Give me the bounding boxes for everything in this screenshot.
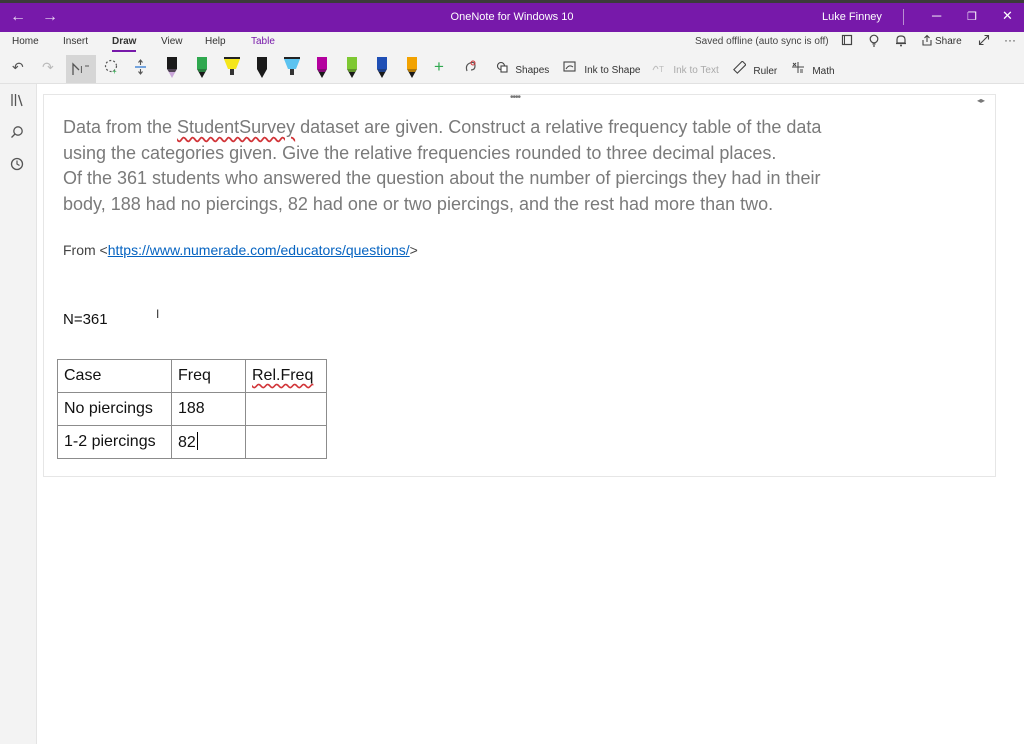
question-line-2[interactable]: using the categories given. Give the rel…	[63, 141, 776, 167]
cell-case[interactable]: No piercings	[57, 392, 172, 426]
svg-text:+: +	[112, 67, 117, 75]
header-rel-freq-text: Rel.Freq	[252, 367, 314, 384]
ink-to-text-button[interactable]: T Ink to Text	[652, 61, 719, 76]
source-line: From <https://www.numerade.com/educators…	[63, 242, 418, 258]
header-rel-freq[interactable]: Rel.Freq	[245, 359, 327, 393]
highlighter-yellow-icon[interactable]	[222, 56, 242, 82]
source-suffix: >	[409, 242, 418, 258]
more-options-button[interactable]: ···	[1004, 33, 1016, 47]
shapes-icon	[496, 61, 511, 76]
pen-green-icon[interactable]	[192, 56, 212, 82]
tab-insert[interactable]: Insert	[63, 36, 88, 47]
lasso-select-icon[interactable]: +	[104, 59, 118, 78]
pen-purple-icon[interactable]	[312, 56, 332, 82]
ink-to-text-label: Ink to Text	[673, 65, 719, 76]
source-prefix: From <	[63, 242, 108, 258]
type-select-tool[interactable]: I	[66, 55, 96, 83]
minimize-button[interactable]: ─	[932, 8, 941, 23]
note-page[interactable]: •••• ◂▸ Data from the StudentSurvey data…	[37, 84, 1024, 744]
math-label: Math	[812, 66, 835, 77]
lightbulb-icon[interactable]	[868, 34, 880, 50]
ink-to-shape-icon	[563, 61, 580, 76]
redo-button[interactable]: ↷	[42, 59, 54, 76]
table-row: No piercings 188	[57, 392, 327, 426]
taskbar-strip	[0, 0, 1024, 3]
left-nav	[0, 84, 37, 744]
frequency-table[interactable]: Case Freq Rel.Freq No piercings 188 1-2 …	[57, 359, 327, 459]
shapes-label: Shapes	[515, 65, 550, 76]
note-container[interactable]: •••• ◂▸ Data from the StudentSurvey data…	[43, 92, 996, 477]
table-row: 1-2 piercings 82	[57, 425, 327, 459]
close-button[interactable]: ✕	[1002, 8, 1013, 24]
share-icon[interactable]	[921, 34, 933, 49]
ink-to-shape-button[interactable]: Ink to Shape	[563, 61, 641, 76]
misspelled-word[interactable]: StudentSurvey	[177, 117, 295, 137]
title-bar: ← → OneNote for Windows 10 Luke Finney ─…	[0, 0, 1024, 32]
pen-green-2-icon[interactable]	[342, 56, 362, 82]
source-link[interactable]: https://www.numerade.com/educators/quest…	[108, 242, 410, 258]
pen-orange-icon[interactable]	[402, 56, 422, 82]
sync-status: Saved offline (auto sync is off)	[695, 36, 829, 47]
add-pen-button[interactable]: +	[434, 57, 444, 77]
ibeam-cursor-icon: I	[156, 307, 160, 321]
cell-freq[interactable]: 188	[171, 392, 246, 426]
tab-help[interactable]: Help	[205, 36, 226, 47]
cell-rel-freq[interactable]	[245, 425, 327, 459]
math-icon	[791, 62, 808, 77]
header-freq[interactable]: Freq	[171, 359, 246, 393]
recent-notes-icon[interactable]	[10, 157, 24, 174]
tab-view[interactable]: View	[161, 36, 183, 47]
ruler-button[interactable]: Ruler	[733, 60, 778, 77]
title-separator	[903, 9, 904, 25]
header-case[interactable]: Case	[57, 359, 172, 393]
add-space-icon[interactable]	[134, 59, 147, 78]
question-line-1[interactable]: Data from the StudentSurvey dataset are …	[63, 115, 821, 141]
pen-blue-icon[interactable]	[372, 56, 392, 82]
cell-case[interactable]: 1-2 piercings	[57, 425, 172, 459]
table-header-row: Case Freq Rel.Freq	[57, 359, 327, 393]
svg-text:I: I	[80, 65, 83, 76]
ribbon-tabs: Home Insert Draw View Help Table Saved o…	[0, 32, 1024, 54]
cell-freq-active[interactable]: 82	[171, 425, 246, 459]
notebooks-icon[interactable]	[10, 93, 26, 110]
fullscreen-icon[interactable]	[978, 34, 990, 49]
restore-button[interactable]: ❐	[967, 10, 977, 23]
draw-toolbar: ↶ ↷ I + + Shapes Ink to Shape T Ink to T…	[0, 54, 1024, 84]
search-icon[interactable]	[10, 125, 24, 142]
bell-icon[interactable]	[895, 34, 907, 50]
ink-replay-icon[interactable]	[464, 59, 478, 78]
tab-table[interactable]: Table	[251, 36, 275, 47]
account-name[interactable]: Luke Finney	[822, 11, 882, 23]
ruler-label: Ruler	[753, 66, 778, 77]
container-resize-icon[interactable]: ◂▸	[977, 96, 985, 105]
pen-black-icon[interactable]	[162, 56, 182, 82]
ruler-icon	[733, 60, 749, 77]
highlighter-blue-icon[interactable]	[282, 56, 302, 82]
question-line-3[interactable]: Of the 361 students who answered the que…	[63, 166, 821, 192]
ink-to-text-icon: T	[652, 62, 669, 76]
tab-home[interactable]: Home	[12, 36, 39, 47]
undo-button[interactable]: ↶	[12, 59, 24, 76]
question-line-1-rest: dataset are given. Construct a relative …	[295, 117, 822, 137]
cell-rel-freq[interactable]	[245, 392, 327, 426]
cell-freq-text: 82	[178, 434, 196, 451]
ink-to-shape-label: Ink to Shape	[584, 65, 641, 76]
share-button[interactable]: Share	[935, 36, 962, 47]
tab-draw[interactable]: Draw	[112, 36, 137, 52]
question-line-4[interactable]: body, 188 had no piercings, 82 had one o…	[63, 192, 773, 218]
container-grip-icon[interactable]: ••••	[510, 92, 521, 103]
sample-size-text[interactable]: N=361	[63, 311, 108, 328]
shapes-button[interactable]: Shapes	[496, 61, 549, 76]
pen-black-2-icon[interactable]	[252, 56, 272, 82]
math-button[interactable]: Math	[791, 61, 835, 77]
notebook-icon[interactable]	[841, 34, 853, 49]
text-caret	[196, 432, 198, 450]
svg-text:T: T	[659, 65, 664, 73]
